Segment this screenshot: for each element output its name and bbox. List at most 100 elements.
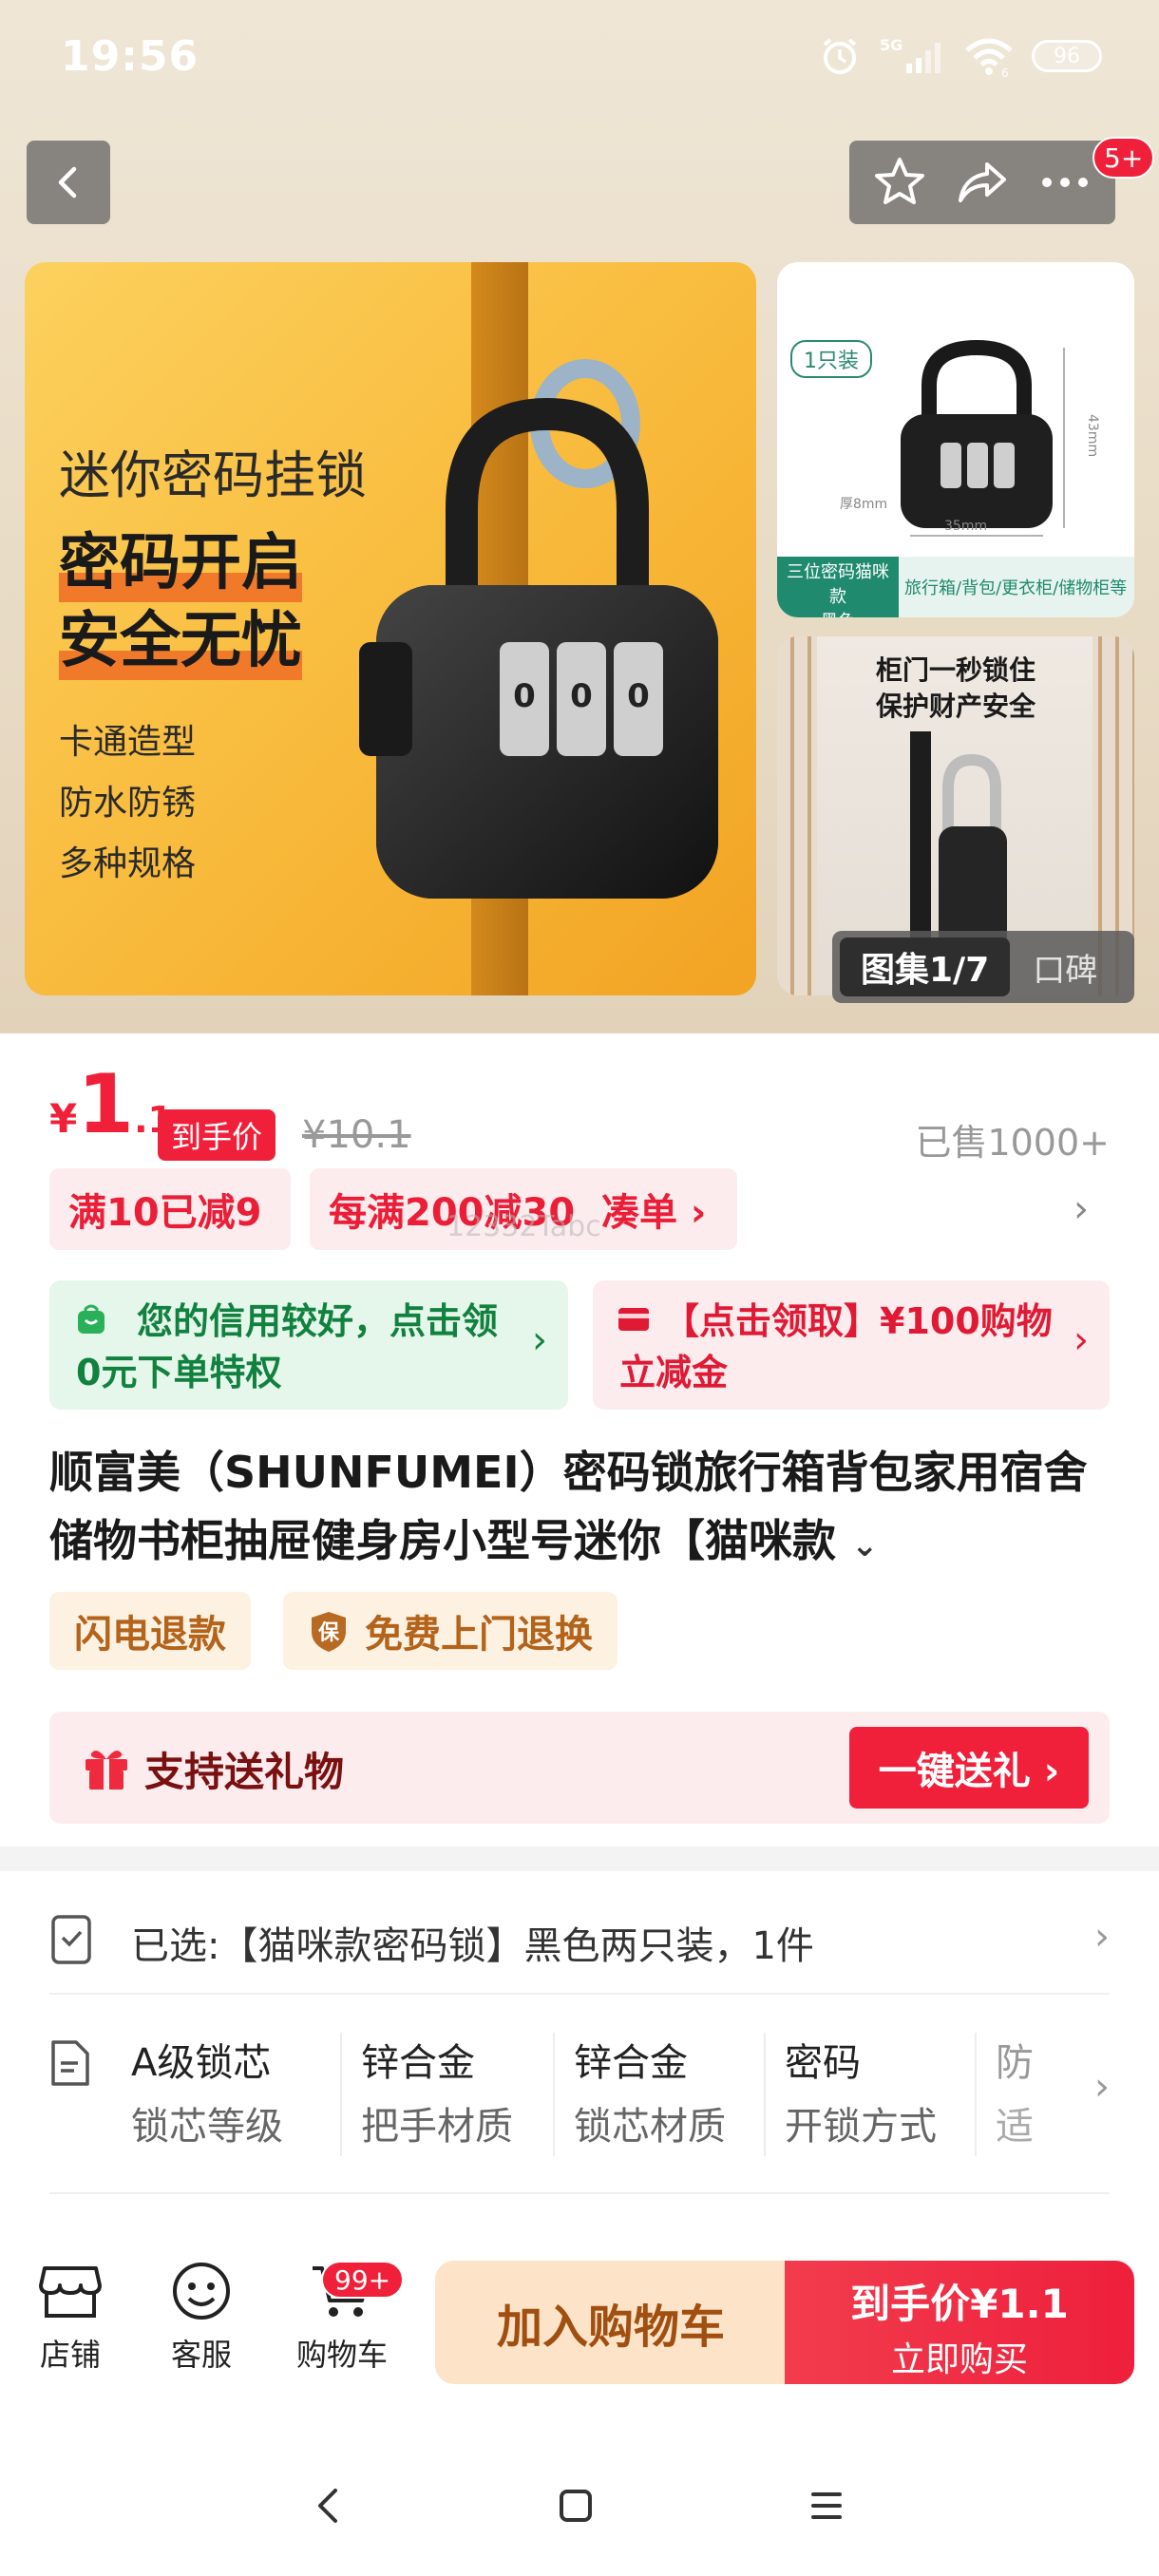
spec-key: 锁芯材质 <box>574 2105 726 2149</box>
gallery-tab-reviews[interactable]: 口碑 <box>1010 944 1097 991</box>
expand-title-icon[interactable]: ⌄ <box>851 1526 879 1564</box>
store-icon <box>39 2266 102 2318</box>
selected-variant-row[interactable]: 已选:【猫咪款密码锁】黑色两只装，1件 › <box>49 1890 1110 1995</box>
system-back-button[interactable] <box>300 2477 357 2534</box>
message-badge: 5+ <box>1092 137 1155 179</box>
cart-count-badge: 99+ <box>321 2261 405 2299</box>
feature-3: 多种规格 <box>59 844 197 883</box>
credit-banner[interactable]: 您的信用较好，点击领0元下单特权 › <box>49 1280 568 1410</box>
svg-text:保: 保 <box>317 1621 340 1645</box>
spec-unlock-method: 密码 开锁方式 <box>766 2033 977 2156</box>
bottom-action-bar: 店铺 客服 购物车 99+ 加入购物车 到手价¥1.1 立即购买 <box>0 2223 1159 2413</box>
service-tag-return: 保 免费上门退换 <box>283 1592 618 1670</box>
favorite-button[interactable] <box>866 149 933 216</box>
padlock-illustration: 0 0 0 <box>359 359 718 899</box>
product-title-text: 顺富美（SHUNFUMEI）密码锁旅行箱背包家用宿舍储物书柜抽屉健身房小型号迷你… <box>49 1447 1088 1566</box>
padlock-thumbnail <box>901 339 1065 537</box>
spec-value: 防 <box>996 2041 1034 2085</box>
gallery-thumbnail-1[interactable]: 1只装 43mm 厚8mm 35mm 三位密码猫咪款 黑色 旅行箱/背包/更衣柜… <box>777 262 1134 617</box>
spec-value: 密码 <box>785 2041 861 2085</box>
service-label: 客服 <box>170 2337 232 2373</box>
gift-icon <box>86 1751 127 1790</box>
star-icon <box>875 158 925 204</box>
credit-text: 您的信用较好，点击领0元下单特权 <box>76 1300 499 1393</box>
spec-value: A级锁芯 <box>131 2041 272 2085</box>
send-gift-button[interactable]: 一键送礼 › <box>849 1727 1089 1809</box>
section-divider <box>0 1847 1159 1871</box>
slogan-line-1: 密码开启 <box>59 524 302 602</box>
band-usage: 旅行箱/背包/更衣柜/储物柜等 <box>904 578 1128 598</box>
gallery-counter[interactable]: 图集1/7 口碑 <box>832 931 1134 1003</box>
price-tag: 到手价 <box>158 1109 276 1161</box>
status-icons: 5G 6 96 <box>819 34 1102 78</box>
store-label: 店铺 <box>39 2337 101 2373</box>
pack-tag: 1只装 <box>790 340 872 378</box>
dim-height: 43mm <box>1085 414 1100 458</box>
price-currency: ¥ <box>49 1095 78 1142</box>
battery-level: 96 <box>1032 40 1102 72</box>
sold-count: 已售1000+ <box>915 1122 1110 1164</box>
spec-key: 开锁方式 <box>785 2105 937 2149</box>
coupon-banner[interactable]: 【点击领取】¥100购物立减金 › <box>593 1280 1110 1410</box>
specs-row[interactable]: A级锁芯 锁芯等级 锌合金 把手材质 锌合金 锁芯材质 密码 开锁方式 防 适 … <box>49 2004 1110 2194</box>
back-icon <box>58 166 77 199</box>
price-row: ¥ 1 .1 到手价 ¥10.1 已售1000+ <box>49 1057 1110 1164</box>
service-tag-refund: 闪电退款 <box>49 1592 251 1670</box>
band-model: 三位密码猫咪款 <box>787 562 889 607</box>
dim-depth: 厚8mm <box>840 497 888 512</box>
more-button[interactable] <box>1032 149 1098 216</box>
top-actions <box>849 141 1115 224</box>
status-bar: 19:56 5G 6 96 <box>0 0 1159 123</box>
chevron-right-icon: › <box>1074 1318 1089 1362</box>
spec-value: 锌合金 <box>574 2041 688 2085</box>
svg-text:0: 0 <box>570 677 593 715</box>
price-integer: 1 <box>77 1057 135 1152</box>
thumbnail-band: 三位密码猫咪款 黑色 旅行箱/背包/更衣柜/储物柜等 <box>777 557 1134 617</box>
cellular-signal-icon: 5G <box>878 34 946 78</box>
slogan-line-2: 安全无忧 <box>59 602 302 680</box>
feature-1: 卡通造型 <box>59 723 197 762</box>
svg-text:6: 6 <box>1001 66 1009 77</box>
system-menu-button[interactable] <box>798 2477 855 2534</box>
gift-banner: 支持送礼物 一键送礼 › <box>49 1712 1110 1824</box>
spec-value: 锌合金 <box>361 2041 475 2085</box>
spec-key: 锁芯等级 <box>131 2105 283 2149</box>
svg-text:0: 0 <box>513 677 536 715</box>
thumbnail-caption-1: 柜门一秒锁住 <box>875 654 1036 686</box>
gallery-tab-images[interactable]: 图集1/7 <box>840 938 1011 996</box>
selected-variant-text: 已选:【猫咪款密码锁】黑色两只装，1件 <box>131 1924 814 1968</box>
wifi-icon: 6 <box>963 34 1015 78</box>
spec-core-material: 锌合金 锁芯材质 <box>555 2033 766 2156</box>
shield-icon: 保 <box>312 1612 346 1652</box>
menu-lines-icon <box>811 2492 842 2519</box>
service-tag-return-label: 免费上门退换 <box>365 1613 593 1657</box>
product-title[interactable]: 顺富美（SHUNFUMEI）密码锁旅行箱背包家用宿舍储物书柜抽屉健身房小型号迷你… <box>49 1438 1113 1580</box>
share-button[interactable] <box>949 149 1016 216</box>
buy-now-price: 到手价¥1.1 <box>850 2281 1069 2327</box>
promo-discount[interactable]: 满10已减9 <box>49 1168 291 1250</box>
buy-now-button[interactable]: 到手价¥1.1 立即购买 <box>785 2261 1134 2384</box>
original-price: ¥10.1 <box>302 1113 411 1157</box>
coupon-text: 【点击领取】¥100购物立减金 <box>619 1300 1053 1393</box>
system-home-button[interactable] <box>547 2477 604 2534</box>
customer-service-tab[interactable]: 客服 <box>135 2261 268 2375</box>
band-left: 三位密码猫咪款 黑色 <box>777 557 899 617</box>
main-product-image[interactable]: 0 0 0 迷你密码挂锁 密码开启 安全无忧 卡通造型 防水防锈 多种规格 <box>25 262 756 995</box>
spec-handle-material: 锌合金 把手材质 <box>342 2033 555 2156</box>
more-icon <box>1041 178 1088 187</box>
store-tab[interactable]: 店铺 <box>4 2261 137 2375</box>
chevron-right-icon: › <box>1074 1187 1089 1231</box>
battery-indicator: 96 <box>1032 34 1102 78</box>
document-icon <box>51 2040 89 2086</box>
home-square-icon <box>560 2490 592 2522</box>
dim-width: 35mm <box>944 519 988 534</box>
chevron-right-icon: › <box>1094 2065 1110 2109</box>
back-button[interactable] <box>27 141 110 224</box>
band-color: 黑色 <box>783 610 893 617</box>
chevron-right-icon: › <box>1094 1915 1110 1959</box>
checklist-icon <box>51 1915 91 1964</box>
image-headline: 迷你密码挂锁 <box>59 445 367 505</box>
feature-2: 防水防锈 <box>59 784 197 823</box>
add-to-cart-button[interactable]: 加入购物车 <box>435 2261 787 2384</box>
alarm-icon <box>819 34 861 78</box>
